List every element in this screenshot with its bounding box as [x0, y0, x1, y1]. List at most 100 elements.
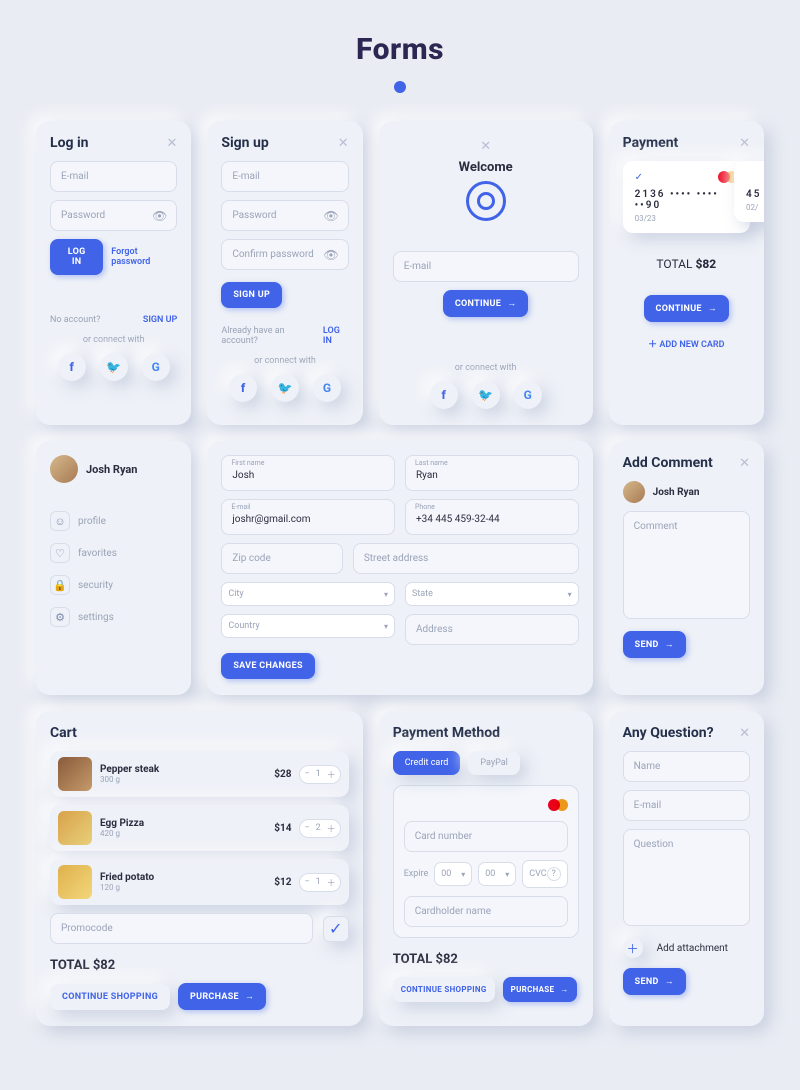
email-input[interactable]	[623, 790, 750, 821]
purchase-button[interactable]: PURCHASE →	[503, 977, 577, 1002]
cart-item-price: $28	[263, 769, 291, 780]
sidebar-item-profile[interactable]: ☺profile	[50, 505, 177, 537]
continue-button[interactable]: CONTINUE →	[644, 295, 730, 322]
cart-item-price: $14	[263, 823, 291, 834]
send-button[interactable]: SEND →	[623, 968, 686, 995]
tab-paypal[interactable]: PayPal	[468, 751, 519, 775]
cart-title: Cart	[50, 725, 349, 741]
address-input[interactable]	[405, 614, 579, 645]
saved-card[interactable]: ✓ 2136 •••• •••• ••90 03/23	[623, 161, 750, 233]
card-expiry: 02/	[746, 203, 764, 212]
login-card: Log in ✕ 👁 LOG IN Forgot password No acc…	[36, 121, 191, 425]
sidebar-item-favorites[interactable]: ♡favorites	[50, 537, 177, 569]
cvc-input[interactable]: CVC?	[522, 860, 567, 888]
cart-item: Fried potato120 g$12−1＋	[50, 859, 349, 905]
google-icon[interactable]: G	[514, 381, 542, 409]
signup-email-input[interactable]	[221, 161, 348, 192]
login-email-input[interactable]	[50, 161, 177, 192]
login-button[interactable]: LOG IN	[50, 239, 103, 275]
eye-icon[interactable]: 👁	[152, 209, 167, 223]
continue-shopping-button[interactable]: CONTINUE SHOPPING	[50, 984, 170, 1010]
minus-icon[interactable]: −	[304, 877, 309, 887]
plus-icon: ＋	[648, 340, 657, 350]
close-icon[interactable]: ✕	[166, 137, 177, 150]
card-number-input[interactable]	[404, 821, 568, 852]
close-icon[interactable]: ✕	[338, 137, 349, 150]
plus-icon[interactable]: ＋	[623, 938, 643, 958]
twitter-icon[interactable]: 🐦	[271, 374, 299, 402]
login-link[interactable]: LOG IN	[323, 326, 349, 346]
welcome-email-input[interactable]	[393, 251, 579, 282]
signup-link[interactable]: SIGN UP	[143, 315, 178, 325]
comment-textarea[interactable]	[623, 511, 750, 619]
state-select[interactable]: State▾	[405, 582, 579, 606]
minus-icon[interactable]: −	[304, 769, 309, 779]
name-input[interactable]	[623, 751, 750, 782]
facebook-icon[interactable]: f	[229, 374, 257, 402]
send-label: SEND	[635, 640, 659, 650]
city-select[interactable]: City▾	[221, 582, 395, 606]
close-icon[interactable]: ✕	[739, 137, 750, 150]
purchase-label: PURCHASE	[511, 985, 555, 994]
eye-icon[interactable]: 👁	[323, 248, 338, 262]
apply-promo-button[interactable]: ✓	[323, 916, 349, 942]
plus-icon[interactable]: ＋	[327, 876, 336, 889]
continue-button[interactable]: CONTINUE →	[443, 290, 529, 317]
sidebar-item-security[interactable]: 🔒security	[50, 569, 177, 601]
arrow-right-icon: →	[560, 985, 568, 994]
google-icon[interactable]: G	[313, 374, 341, 402]
cart-item-name: Fried potato	[100, 872, 255, 883]
tab-credit-card[interactable]: Credit card	[393, 751, 461, 775]
facebook-icon[interactable]: f	[430, 381, 458, 409]
comment-title: Add Comment	[623, 455, 713, 471]
twitter-icon[interactable]: 🐦	[100, 353, 128, 381]
signup-button[interactable]: SIGN UP	[221, 282, 282, 308]
forgot-password-link[interactable]: Forgot password	[111, 247, 177, 267]
expire-year-select[interactable]: 00▾	[478, 862, 516, 886]
saved-card-peek[interactable]: 45 02/	[734, 161, 764, 222]
plus-icon[interactable]: ＋	[327, 822, 336, 835]
save-changes-button[interactable]: SAVE CHANGES	[221, 653, 314, 679]
add-attachment-link[interactable]: Add attachment	[657, 943, 728, 954]
close-icon[interactable]: ✕	[739, 457, 750, 470]
mastercard-icon	[548, 799, 568, 811]
payment-method-card: Payment Method Credit card PayPal Expire…	[379, 711, 593, 1026]
help-icon[interactable]: ?	[547, 867, 561, 881]
twitter-icon[interactable]: 🐦	[472, 381, 500, 409]
facebook-icon[interactable]: f	[58, 353, 86, 381]
gear-icon: ⚙	[50, 607, 70, 627]
cart-item-price: $12	[263, 877, 291, 888]
cart-total: TOTAL $82	[50, 958, 349, 973]
expire-month-select[interactable]: 00▾	[434, 862, 472, 886]
payment-card: Payment ✕ ✓ 2136 •••• •••• ••90 03/23 45…	[609, 121, 764, 425]
plus-icon[interactable]: ＋	[327, 768, 336, 781]
cart-item-weight: 420 g	[100, 829, 255, 838]
quantity-stepper[interactable]: −1 ＋	[299, 765, 340, 784]
eye-icon[interactable]: 👁	[323, 209, 338, 223]
minus-icon[interactable]: −	[304, 823, 309, 833]
street-input[interactable]	[353, 543, 579, 574]
close-icon[interactable]: ✕	[739, 727, 750, 740]
continue-label: CONTINUE	[455, 299, 501, 309]
quantity-stepper[interactable]: −2 ＋	[299, 819, 340, 838]
chevron-down-icon: ▾	[505, 870, 509, 879]
google-icon[interactable]: G	[142, 353, 170, 381]
food-thumbnail	[58, 865, 92, 899]
add-new-card-link[interactable]: ＋ ADD NEW CARD	[648, 340, 724, 350]
country-select[interactable]: Country▾	[221, 614, 395, 638]
purchase-button[interactable]: PURCHASE →	[178, 983, 266, 1010]
promocode-input[interactable]	[50, 913, 313, 944]
payment-total: TOTAL $82	[623, 257, 750, 271]
lock-icon: 🔒	[50, 575, 70, 595]
cardholder-input[interactable]	[404, 896, 568, 927]
continue-shopping-button[interactable]: CONTINUE SHOPPING	[393, 977, 495, 1002]
comment-author: Josh Ryan	[653, 487, 700, 498]
send-button[interactable]: SEND →	[623, 631, 686, 658]
quantity-value: 1	[316, 769, 321, 779]
zip-input[interactable]	[221, 543, 342, 574]
quantity-stepper[interactable]: −1＋	[299, 873, 340, 892]
question-textarea[interactable]	[623, 829, 750, 926]
sidebar-item-settings[interactable]: ⚙settings	[50, 601, 177, 633]
quantity-value: 2	[316, 823, 321, 833]
close-icon[interactable]: ✕	[480, 139, 491, 154]
